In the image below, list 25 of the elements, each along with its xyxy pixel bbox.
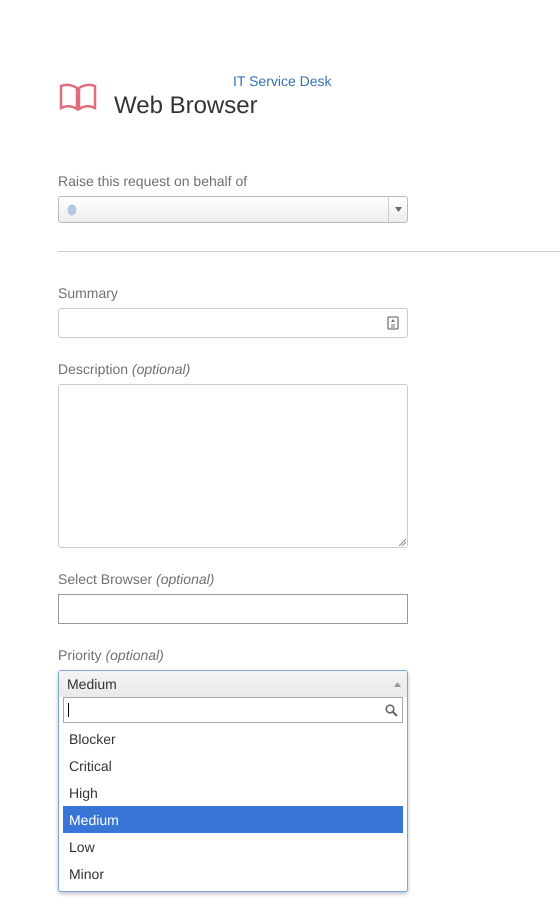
up-triangle-icon bbox=[394, 682, 401, 686]
dropdown-option[interactable]: Blocker bbox=[63, 725, 403, 752]
priority-dropdown[interactable]: Medium Blocker Critical High Medium Low Minor bbox=[58, 670, 408, 892]
field-label: Priority (optional) bbox=[58, 646, 165, 664]
search-field[interactable] bbox=[63, 697, 403, 723]
resize-grip-icon bbox=[398, 538, 406, 546]
search-icon bbox=[385, 704, 398, 716]
field-label: Select Browser (optional) bbox=[58, 570, 216, 588]
contact-card-icon bbox=[387, 316, 399, 330]
dropdown-option[interactable]: High bbox=[63, 779, 403, 806]
dropdown-option[interactable]: Low bbox=[63, 833, 403, 860]
priority-select[interactable]: Medium bbox=[59, 671, 407, 697]
field-label: Description (optional) bbox=[58, 360, 192, 378]
portal-link[interactable]: IT Service Desk bbox=[233, 72, 332, 90]
dropdown-option[interactable]: Critical bbox=[63, 752, 403, 779]
dropdown-option[interactable]: Minor bbox=[63, 860, 403, 887]
avatar-icon bbox=[67, 204, 77, 216]
dropdown-option[interactable]: Medium bbox=[63, 806, 403, 833]
field-label: Raise this request on behalf of bbox=[58, 172, 248, 190]
text-field[interactable] bbox=[58, 594, 408, 624]
down-triangle-icon bbox=[394, 207, 402, 212]
field-label: Summary bbox=[58, 284, 119, 302]
book-icon bbox=[58, 82, 98, 112]
text-field[interactable] bbox=[58, 308, 408, 338]
request-title: Web Browser bbox=[114, 92, 259, 120]
